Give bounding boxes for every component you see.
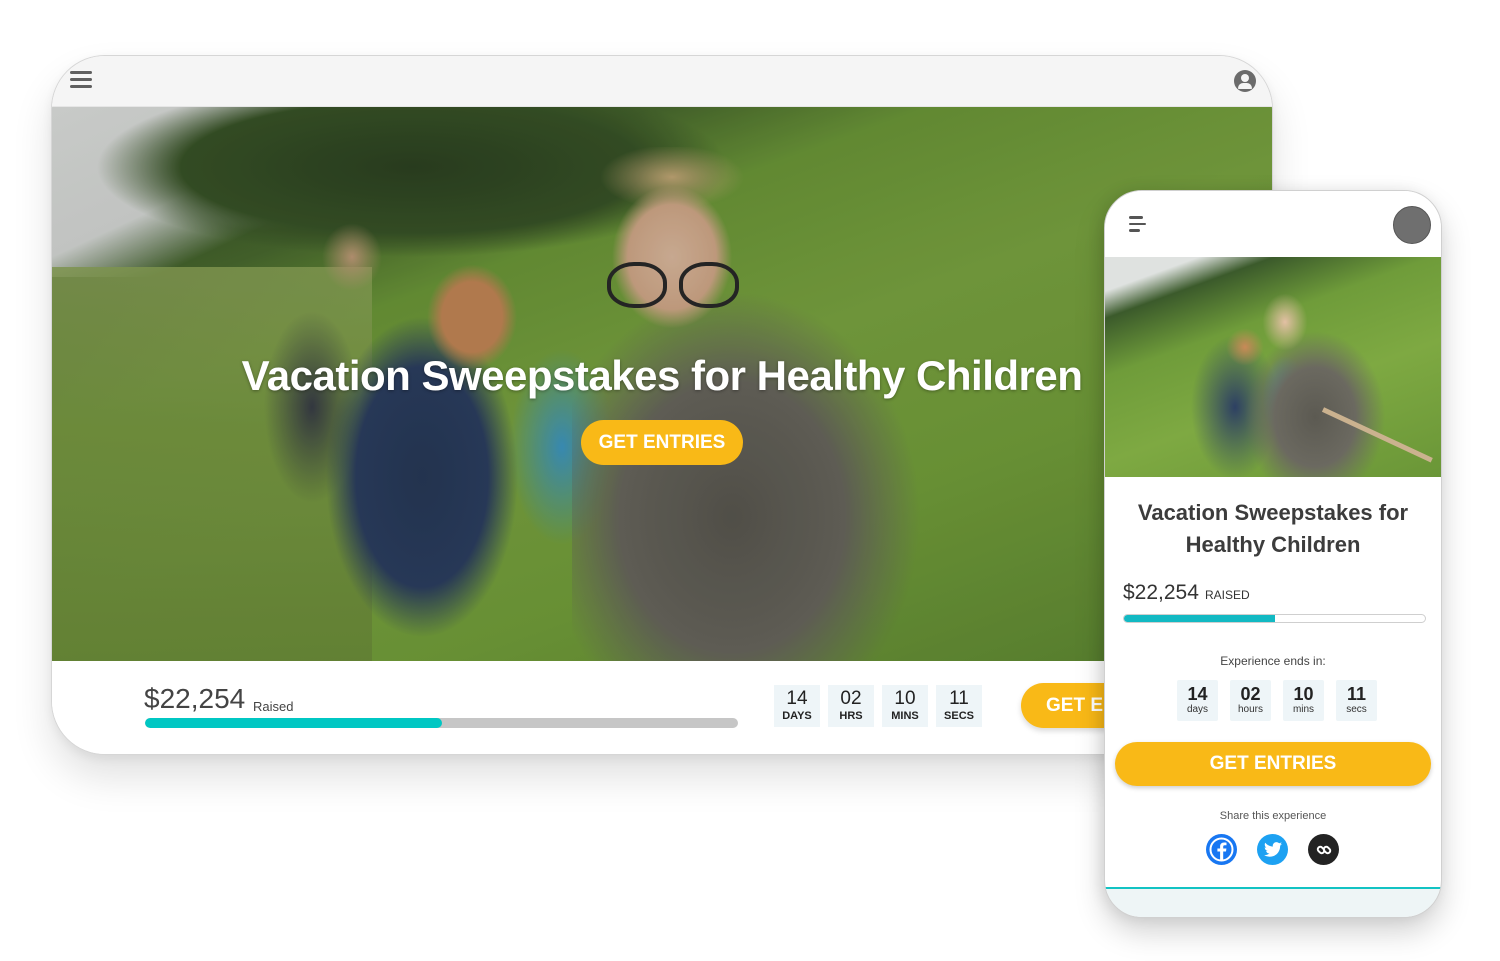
tablet-mockup: Vacation Sweepstakes for Healthy Childre… bbox=[51, 55, 1273, 755]
menu-icon[interactable] bbox=[1129, 216, 1147, 232]
share-label: Share this experience bbox=[1219, 810, 1327, 822]
share-buttons bbox=[1206, 834, 1339, 865]
countdown-seconds: 11 secs bbox=[1336, 680, 1377, 721]
countdown-timer: 14 DAYS 02 HRS 10 MINS 11 SECS bbox=[774, 685, 982, 727]
amount-raised: $22,254 bbox=[1123, 581, 1199, 604]
phone-hero-image bbox=[1105, 257, 1441, 477]
tablet-fundraising-bar: $22,254 Raised 14 DAYS 02 HRS 10 MINS 11… bbox=[52, 661, 1272, 754]
hamburger-menu-icon[interactable] bbox=[70, 71, 92, 89]
get-entries-button[interactable]: GET ENTRIES bbox=[1115, 742, 1431, 786]
countdown-seconds: 11 SECS bbox=[936, 685, 982, 727]
facebook-share-button[interactable] bbox=[1206, 834, 1237, 865]
hero-title: Vacation Sweepstakes for Healthy Childre… bbox=[241, 352, 1083, 399]
countdown-days: 14 days bbox=[1177, 680, 1218, 721]
twitter-share-button[interactable] bbox=[1257, 834, 1288, 865]
fundraising-progress-bar bbox=[145, 718, 738, 728]
progress-fill bbox=[1124, 615, 1275, 622]
phone-footer bbox=[1105, 887, 1441, 917]
tablet-header bbox=[52, 56, 1272, 107]
hero-image: Vacation Sweepstakes for Healthy Childre… bbox=[52, 107, 1272, 661]
link-icon bbox=[1316, 845, 1331, 854]
user-avatar[interactable] bbox=[1393, 206, 1431, 244]
phone-title: Vacation Sweepstakes for Healthy Childre… bbox=[1137, 500, 1409, 557]
countdown-hours: 02 HRS bbox=[828, 685, 874, 727]
twitter-icon bbox=[1263, 842, 1282, 857]
phone-header bbox=[1105, 191, 1441, 257]
copy-link-button[interactable] bbox=[1308, 834, 1339, 865]
hero-get-entries-button[interactable]: GET ENTRIES bbox=[581, 420, 743, 465]
progress-fill bbox=[145, 718, 442, 728]
countdown-timer: 14 days 02 hours 10 mins 11 secs bbox=[1177, 680, 1377, 721]
user-account-icon[interactable] bbox=[1234, 70, 1256, 92]
fundraising-progress-bar bbox=[1123, 614, 1426, 623]
countdown-minutes: 10 mins bbox=[1283, 680, 1324, 721]
raised-label: Raised bbox=[253, 699, 294, 714]
countdown-heading: Experience ends in: bbox=[1220, 654, 1326, 668]
raised-label: RAISED bbox=[1205, 588, 1250, 602]
facebook-icon bbox=[1209, 837, 1234, 862]
countdown-days: 14 DAYS bbox=[774, 685, 820, 727]
countdown-hours: 02 hours bbox=[1230, 680, 1271, 721]
phone-mockup: Vacation Sweepstakes for Healthy Childre… bbox=[1104, 190, 1442, 918]
countdown-minutes: 10 MINS bbox=[882, 685, 928, 727]
amount-raised: $22,254 bbox=[144, 683, 246, 714]
